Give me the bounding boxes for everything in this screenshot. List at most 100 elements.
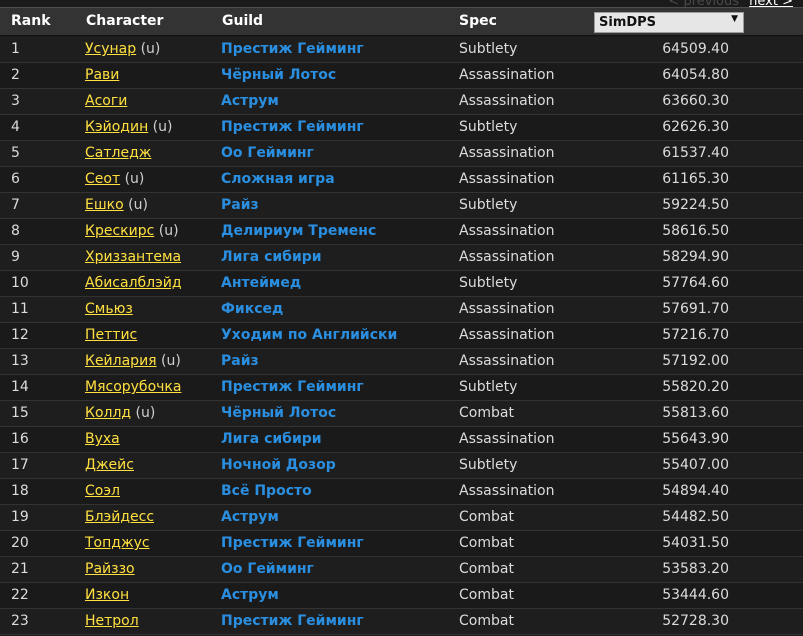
- column-header-guild[interactable]: Guild: [222, 13, 263, 29]
- guild-link[interactable]: Сложная игра: [221, 171, 335, 188]
- character-cell: Блэйдесс: [85, 509, 154, 526]
- column-header-spec[interactable]: Spec: [459, 13, 497, 29]
- table-row: 4 Кэйодин (u) Престиж Гейминг Subtlety 62626…: [0, 115, 803, 141]
- character-link[interactable]: Хриззантема: [85, 249, 181, 265]
- rank-cell: 18: [11, 483, 29, 499]
- sort-metric-select[interactable]: SimDPS ▼: [594, 12, 744, 33]
- simdps-cell: 54031.50: [662, 535, 729, 551]
- character-link[interactable]: Сатледж: [85, 145, 151, 161]
- table-row: 16 Вуха Лига сибири Assassination 55643.90: [0, 427, 803, 453]
- character-link[interactable]: Рави: [85, 67, 119, 83]
- character-cell: Вуха: [85, 431, 120, 448]
- table-row: 22 Изкон Аструм Combat 53444.60: [0, 583, 803, 609]
- simdps-cell: 57216.70: [662, 327, 729, 343]
- guild-link[interactable]: Аструм: [221, 93, 279, 110]
- character-cell: Хриззантема: [85, 249, 181, 266]
- guild-link[interactable]: Фиксед: [221, 301, 283, 318]
- character-link[interactable]: Ешко: [85, 197, 124, 213]
- simdps-cell: 52728.30: [662, 613, 729, 629]
- character-link[interactable]: Усунар: [85, 41, 136, 57]
- spec-cell: Assassination: [459, 353, 555, 369]
- character-cell: Рави: [85, 67, 119, 84]
- guild-link[interactable]: Оо Гейминг: [221, 145, 314, 162]
- guild-link[interactable]: Лига сибири: [221, 431, 322, 448]
- column-header-character[interactable]: Character: [86, 13, 163, 29]
- character-link[interactable]: Сеот: [85, 171, 120, 187]
- simdps-cell: 61537.40: [662, 145, 729, 161]
- chevron-down-icon: ▼: [731, 14, 738, 24]
- character-link[interactable]: Асоги: [85, 93, 127, 109]
- rank-cell: 6: [11, 171, 20, 187]
- spec-cell: Combat: [459, 587, 514, 603]
- character-link[interactable]: Блэйдесс: [85, 509, 154, 525]
- spec-cell: Assassination: [459, 301, 555, 317]
- character-cell: Асоги: [85, 93, 127, 110]
- guild-link[interactable]: Престиж Гейминг: [221, 535, 364, 552]
- character-link[interactable]: Райззо: [85, 561, 135, 577]
- character-link[interactable]: Коллд: [85, 405, 131, 421]
- guild-link[interactable]: Всё Просто: [221, 483, 312, 500]
- character-link[interactable]: Топджус: [85, 535, 150, 551]
- guild-link[interactable]: Аструм: [221, 509, 279, 526]
- guild-link[interactable]: Чёрный Лотос: [221, 67, 336, 84]
- guild-link[interactable]: Ночной Дозор: [221, 457, 336, 474]
- guild-link[interactable]: Уходим по Английски: [221, 327, 397, 344]
- character-link[interactable]: Смьюз: [85, 301, 133, 317]
- spec-cell: Assassination: [459, 223, 555, 239]
- character-link[interactable]: Абисалблэйд: [85, 275, 182, 291]
- simdps-cell: 55407.00: [662, 457, 729, 473]
- character-link[interactable]: Кейлария: [85, 353, 157, 369]
- guild-link[interactable]: Оо Гейминг: [221, 561, 314, 578]
- table-row: 14 Мясорубочка Престиж Гейминг Subtlety 5582…: [0, 375, 803, 401]
- guild-link[interactable]: Престиж Гейминг: [221, 119, 364, 136]
- guild-link[interactable]: Делириум Тременс: [221, 223, 376, 240]
- character-link[interactable]: Изкон: [85, 587, 129, 603]
- table-row: 19 Блэйдесс Аструм Combat 54482.50: [0, 505, 803, 531]
- guild-link[interactable]: Чёрный Лотос: [221, 405, 336, 422]
- character-link[interactable]: Нетрол: [85, 613, 139, 629]
- character-cell: Райззо: [85, 561, 135, 578]
- guild-link[interactable]: Райз: [221, 353, 259, 370]
- guild-link[interactable]: Антеймед: [221, 275, 301, 292]
- character-link[interactable]: Вуха: [85, 431, 120, 447]
- character-cell: Абисалблэйд: [85, 275, 182, 292]
- character-link[interactable]: Соэл: [85, 483, 120, 499]
- sort-metric-value: SimDPS: [599, 15, 657, 30]
- table-row: 12 Петтис Уходим по Английски Assassination…: [0, 323, 803, 349]
- rank-cell: 15: [11, 405, 29, 421]
- previous-link[interactable]: < previous: [668, 0, 739, 9]
- simdps-cell: 57764.60: [662, 275, 729, 291]
- spec-cell: Assassination: [459, 327, 555, 343]
- character-cell: Топджус: [85, 535, 150, 552]
- simdps-cell: 57691.70: [662, 301, 729, 317]
- spec-cell: Subtlety: [459, 379, 518, 395]
- guild-link[interactable]: Райз: [221, 197, 259, 214]
- guild-link[interactable]: Престиж Гейминг: [221, 379, 364, 396]
- rank-cell: 13: [11, 353, 29, 369]
- guild-link[interactable]: Престиж Гейминг: [221, 41, 364, 58]
- guild-link[interactable]: Лига сибири: [221, 249, 322, 266]
- column-header-rank[interactable]: Rank: [11, 13, 51, 29]
- spec-cell: Subtlety: [459, 197, 518, 213]
- rank-cell: 21: [11, 561, 29, 577]
- rank-cell: 23: [11, 613, 29, 629]
- character-cell: Крескирс (u): [85, 223, 179, 240]
- rank-cell: 19: [11, 509, 29, 525]
- character-link[interactable]: Джейс: [85, 457, 134, 473]
- spec-cell: Combat: [459, 405, 514, 421]
- rank-cell: 1: [11, 41, 20, 57]
- character-link[interactable]: Петтис: [85, 327, 137, 343]
- character-link[interactable]: Кэйодин: [85, 119, 148, 135]
- rank-cell: 2: [11, 67, 20, 83]
- next-link[interactable]: next >: [749, 0, 793, 9]
- table-row: 17 Джейс Ночной Дозор Subtlety 55407.00: [0, 453, 803, 479]
- spec-cell: Combat: [459, 535, 514, 551]
- character-cell: Джейс: [85, 457, 134, 474]
- character-link[interactable]: Мясорубочка: [85, 379, 181, 395]
- character-link[interactable]: Крескирс: [85, 223, 154, 239]
- spec-cell: Assassination: [459, 171, 555, 187]
- guild-link[interactable]: Аструм: [221, 587, 279, 604]
- simdps-cell: 58616.50: [662, 223, 729, 239]
- guild-link[interactable]: Престиж Гейминг: [221, 613, 364, 630]
- table-row: 6 Сеот (u) Сложная игра Assassination 61165.…: [0, 167, 803, 193]
